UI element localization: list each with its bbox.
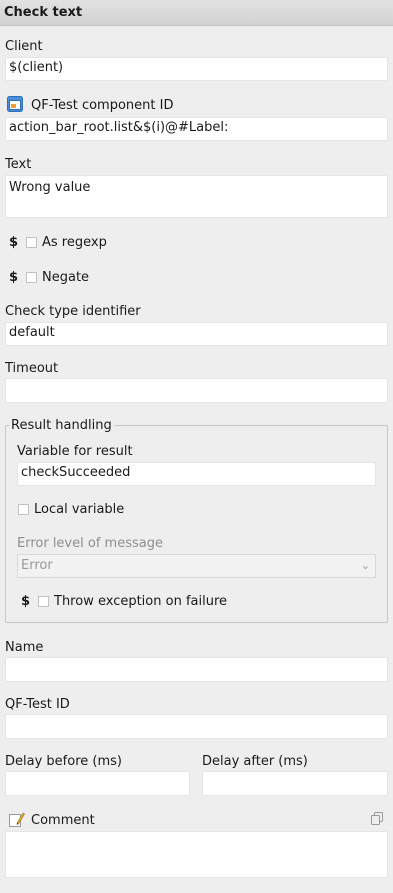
- error-level-label: Error level of message: [17, 536, 163, 551]
- error-level-value: Error: [21, 558, 53, 573]
- component-id-input[interactable]: action_bar_root.list&$(i)@#Label:: [5, 117, 388, 141]
- negate-label: Negate: [42, 270, 90, 285]
- name-label: Name: [5, 640, 44, 655]
- regexp-label: As regexp: [42, 235, 107, 250]
- timeout-label: Timeout: [5, 361, 59, 376]
- throw-variable-toggle[interactable]: $: [21, 594, 30, 609]
- client-label: Client: [5, 39, 43, 54]
- throw-exception-label: Throw exception on failure: [54, 594, 228, 609]
- local-variable-checkbox[interactable]: [18, 504, 29, 515]
- panel-title: Check text: [0, 0, 393, 26]
- result-variable-input[interactable]: checkSucceeded: [17, 462, 376, 486]
- check-type-input[interactable]: default: [5, 322, 388, 346]
- error-level-select[interactable]: Error ⌄: [17, 554, 376, 578]
- check-type-label: Check type identifier: [5, 304, 141, 319]
- delay-after-input[interactable]: [202, 771, 388, 796]
- negate-checkbox[interactable]: [26, 272, 37, 283]
- component-id-label: QF-Test component ID: [31, 98, 174, 113]
- text-label: Text: [5, 157, 32, 172]
- throw-exception-checkbox[interactable]: [38, 596, 49, 607]
- timeout-input[interactable]: [5, 378, 388, 403]
- comment-label: Comment: [31, 813, 95, 828]
- result-variable-label: Variable for result: [17, 444, 133, 459]
- copy-icon[interactable]: [370, 812, 384, 826]
- name-input[interactable]: [5, 657, 388, 682]
- client-input[interactable]: $(client): [5, 57, 388, 81]
- local-variable-label: Local variable: [34, 502, 125, 517]
- result-handling-title: Result handling: [9, 418, 114, 433]
- regexp-checkbox[interactable]: [26, 237, 37, 248]
- text-input[interactable]: Wrong value: [5, 175, 388, 218]
- chevron-down-icon: ⌄: [360, 559, 370, 572]
- negate-variable-toggle[interactable]: $: [9, 270, 18, 285]
- regexp-variable-toggle[interactable]: $: [9, 235, 18, 250]
- delay-before-input[interactable]: [5, 771, 190, 796]
- delay-after-label: Delay after (ms): [202, 754, 308, 769]
- qftest-id-label: QF-Test ID: [5, 697, 70, 712]
- comment-input[interactable]: [5, 831, 388, 878]
- component-icon: [7, 96, 23, 112]
- delay-before-label: Delay before (ms): [5, 754, 122, 769]
- comment-edit-icon: [9, 811, 25, 827]
- qftest-id-input[interactable]: [5, 714, 388, 739]
